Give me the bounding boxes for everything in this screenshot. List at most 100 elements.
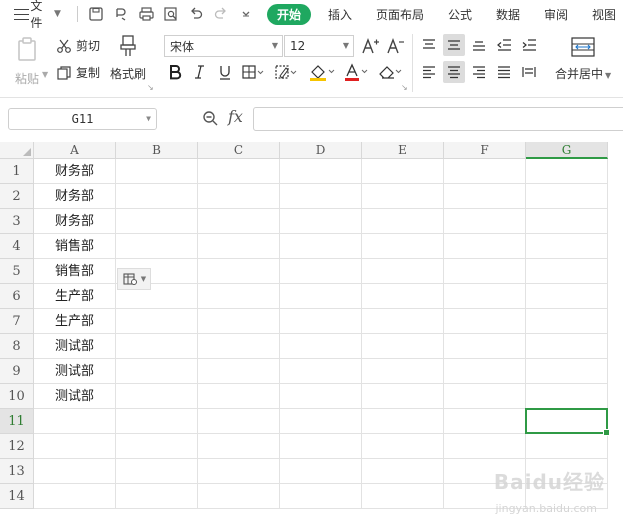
cell-f4[interactable] (444, 234, 526, 259)
border-button[interactable] (239, 61, 267, 83)
italic-button[interactable] (189, 61, 211, 83)
print-preview-icon[interactable] (161, 4, 182, 25)
cell-c2[interactable] (198, 184, 280, 209)
bold-button[interactable] (164, 61, 186, 83)
cell-a6[interactable]: 生产部 (34, 284, 116, 309)
clear-format-button[interactable] (375, 61, 405, 83)
tab-home[interactable]: 开始 (266, 3, 311, 25)
align-left-button[interactable] (418, 61, 440, 83)
cell-g12[interactable] (526, 434, 608, 459)
column-header-f[interactable]: F (444, 142, 526, 159)
cell-f7[interactable] (444, 309, 526, 334)
row-header-2[interactable]: 2 (0, 184, 34, 209)
cell-e11[interactable] (362, 409, 444, 434)
cell-e2[interactable] (362, 184, 444, 209)
tab-formulas[interactable]: 公式 (448, 6, 472, 23)
cell-b12[interactable] (116, 434, 198, 459)
row-header-1[interactable]: 1 (0, 159, 34, 184)
cell-b9[interactable] (116, 359, 198, 384)
row-header-12[interactable]: 12 (0, 434, 34, 459)
cell-a9[interactable]: 测试部 (34, 359, 116, 384)
column-header-a[interactable]: A (34, 142, 116, 159)
row-header-3[interactable]: 3 (0, 209, 34, 234)
cell-d4[interactable] (280, 234, 362, 259)
cell-b11[interactable] (116, 409, 198, 434)
cell-d3[interactable] (280, 209, 362, 234)
cell-style-button[interactable] (272, 61, 300, 83)
align-center-button[interactable] (443, 61, 465, 83)
cell-g2[interactable] (526, 184, 608, 209)
cell-e12[interactable] (362, 434, 444, 459)
cell-d1[interactable] (280, 159, 362, 184)
font-name-select[interactable]: 宋体 ▼ (164, 35, 283, 57)
tab-data[interactable]: 数据 (496, 6, 520, 23)
increase-font-size-button[interactable] (360, 35, 382, 57)
cell-c6[interactable] (198, 284, 280, 309)
cell-b10[interactable] (116, 384, 198, 409)
function-icon[interactable]: fx (228, 107, 243, 126)
cell-g3[interactable] (526, 209, 608, 234)
cell-b14[interactable] (116, 484, 198, 509)
cell-e3[interactable] (362, 209, 444, 234)
cell-a12[interactable] (34, 434, 116, 459)
cell-a1[interactable]: 财务部 (34, 159, 116, 184)
row-header-8[interactable]: 8 (0, 334, 34, 359)
merge-center-button[interactable]: 合并居中 ▼ (555, 36, 611, 82)
cell-d5[interactable] (280, 259, 362, 284)
cell-f2[interactable] (444, 184, 526, 209)
row-header-4[interactable]: 4 (0, 234, 34, 259)
cell-f11[interactable] (444, 409, 526, 434)
tab-review[interactable]: 审阅 (544, 6, 568, 23)
column-header-b[interactable]: B (116, 142, 198, 159)
cell-b4[interactable] (116, 234, 198, 259)
print-icon[interactable] (136, 4, 157, 25)
decrease-font-size-button[interactable] (385, 35, 407, 57)
formula-input[interactable] (253, 107, 623, 131)
cell-a7[interactable]: 生产部 (34, 309, 116, 334)
align-middle-button[interactable] (443, 34, 465, 56)
cell-c5[interactable] (198, 259, 280, 284)
decrease-indent-button[interactable] (493, 34, 515, 56)
undo-history-icon[interactable] (111, 4, 132, 25)
customize-chevron-icon[interactable] (236, 4, 257, 25)
cell-g5[interactable] (526, 259, 608, 284)
column-header-e[interactable]: E (362, 142, 444, 159)
cell-e4[interactable] (362, 234, 444, 259)
cell-c3[interactable] (198, 209, 280, 234)
cell-c7[interactable] (198, 309, 280, 334)
column-header-d[interactable]: D (280, 142, 362, 159)
cell-f5[interactable] (444, 259, 526, 284)
select-all-corner[interactable] (0, 142, 34, 159)
cell-a11[interactable] (34, 409, 116, 434)
cell-a4[interactable]: 销售部 (34, 234, 116, 259)
cell-a10[interactable]: 测试部 (34, 384, 116, 409)
distributed-button[interactable] (518, 61, 540, 83)
name-box[interactable]: G11 ▼ (8, 108, 157, 130)
cell-e6[interactable] (362, 284, 444, 309)
cell-a14[interactable] (34, 484, 116, 509)
tab-page-layout[interactable]: 页面布局 (376, 6, 424, 23)
cell-c12[interactable] (198, 434, 280, 459)
cell-a3[interactable]: 财务部 (34, 209, 116, 234)
cell-c9[interactable] (198, 359, 280, 384)
column-header-g[interactable]: G (526, 142, 608, 159)
cell-f12[interactable] (444, 434, 526, 459)
cell-e5[interactable] (362, 259, 444, 284)
cell-d9[interactable] (280, 359, 362, 384)
row-header-6[interactable]: 6 (0, 284, 34, 309)
cell-c10[interactable] (198, 384, 280, 409)
copy-button[interactable]: 复制 (56, 64, 100, 81)
cell-d12[interactable] (280, 434, 362, 459)
align-top-button[interactable] (418, 34, 440, 56)
cell-a2[interactable]: 财务部 (34, 184, 116, 209)
cell-g8[interactable] (526, 334, 608, 359)
cell-b13[interactable] (116, 459, 198, 484)
undo-icon[interactable] (186, 4, 207, 25)
cell-e8[interactable] (362, 334, 444, 359)
justify-button[interactable] (493, 61, 515, 83)
active-cell-selection[interactable] (525, 408, 610, 436)
cell-c1[interactable] (198, 159, 280, 184)
cell-a5[interactable]: 销售部 (34, 259, 116, 284)
paste-options-button[interactable]: ▼ (117, 268, 151, 290)
cell-e14[interactable] (362, 484, 444, 509)
